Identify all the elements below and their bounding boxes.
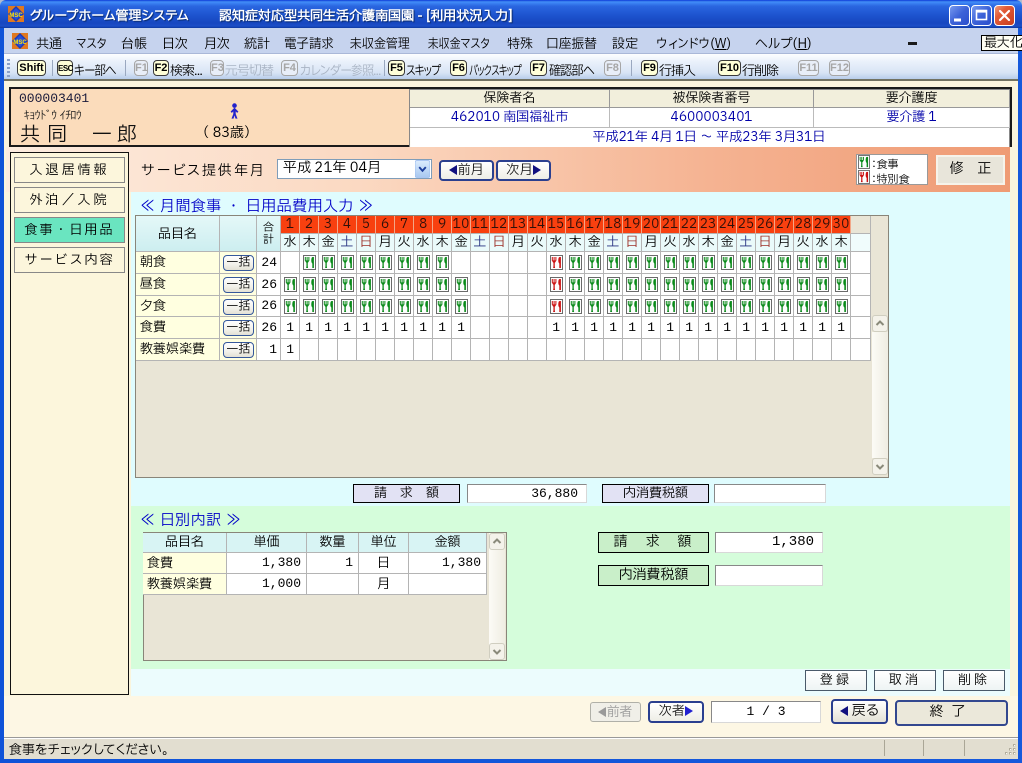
svg-text:MSC: MSC (13, 40, 27, 46)
svg-text:MSC: MSC (9, 13, 23, 19)
